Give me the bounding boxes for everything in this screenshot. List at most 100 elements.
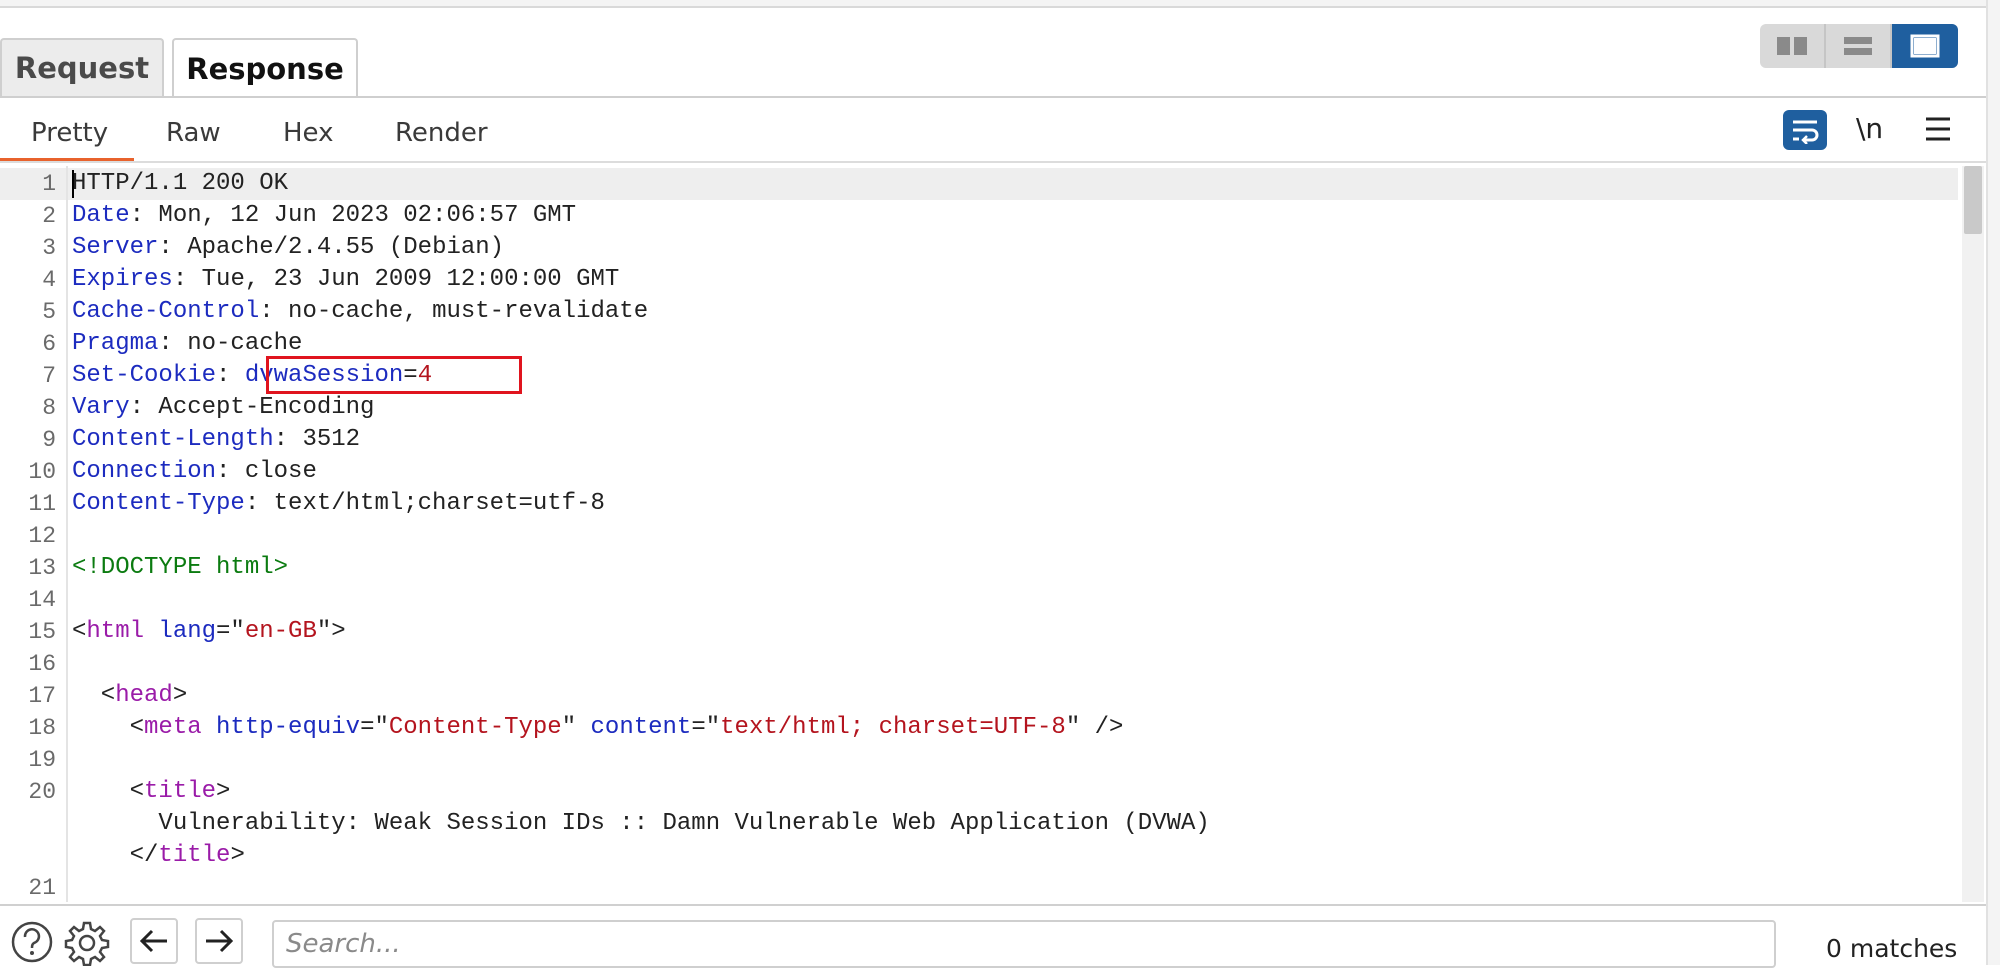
line-content: Connection: close — [72, 456, 317, 488]
word-wrap-button[interactable] — [1783, 110, 1827, 150]
code-line[interactable]: 5 Cache-Control: no-cache, must-revalidat… — [0, 296, 1958, 328]
code-line[interactable]: 1 HTTP/1.1 200 OK — [0, 168, 1958, 200]
view-tabs-divider — [0, 161, 1986, 163]
tab-pretty[interactable]: Pretty — [31, 118, 108, 148]
code-token: =" — [691, 714, 721, 741]
code-line[interactable]: 13 <!DOCTYPE html> — [0, 552, 1958, 584]
tab-raw[interactable]: Raw — [166, 118, 221, 148]
match-count: 0 matches — [1826, 934, 1958, 963]
code-token: > — [172, 682, 188, 709]
line-number: 11 — [28, 491, 56, 517]
code-line[interactable]: 18 <meta http-equiv="Content-Type" conte… — [0, 712, 1958, 744]
code-line[interactable]: </title> — [0, 840, 1958, 872]
line-number: 16 — [28, 651, 56, 677]
response-editor[interactable]: 1 HTTP/1.1 200 OK 2 Date: Mon, 12 Jun 2023 … — [0, 166, 1958, 902]
tab-hex[interactable]: Hex — [283, 118, 333, 148]
line-content: Vulnerability: Weak Session IDs :: Damn … — [72, 808, 1210, 840]
line-content: Cache-Control: no-cache, must-revalidate — [72, 296, 648, 328]
code-line[interactable]: 2 Date: Mon, 12 Jun 2023 02:06:57 GMT — [0, 200, 1958, 232]
line-content: <meta http-equiv="Content-Type" content=… — [72, 712, 1124, 744]
code-line[interactable]: 11 Content-Type: text/html;charset=utf-8 — [0, 488, 1958, 520]
arrow-right-icon — [206, 929, 234, 953]
tab-request[interactable]: Request — [0, 38, 164, 96]
tab-render[interactable]: Render — [395, 118, 488, 148]
code-token: Server — [72, 234, 159, 261]
split-horizontal-layout-button[interactable] — [1760, 24, 1826, 68]
settings-button[interactable] — [64, 920, 110, 967]
code-line[interactable]: 8 Vary: Accept-Encoding — [0, 392, 1958, 424]
single-panel-layout-button[interactable] — [1892, 24, 1958, 68]
line-number: 17 — [28, 683, 56, 709]
tab-response[interactable]: Response — [172, 38, 358, 98]
line-content: </title> — [72, 840, 245, 872]
line-content: Expires: Tue, 23 Jun 2009 12:00:00 GMT — [72, 264, 619, 296]
wrap-lines-icon — [1793, 120, 1819, 144]
next-match-button[interactable] — [195, 918, 243, 964]
code-token: =" — [216, 618, 245, 645]
line-content: Content-Length: 3512 — [72, 424, 360, 456]
split-vertical-layout-button[interactable] — [1826, 24, 1892, 68]
editor-scrollbar[interactable] — [1962, 166, 1984, 902]
code-token: > — [216, 778, 231, 805]
code-line[interactable]: 19 — [0, 744, 1958, 776]
line-number: 8 — [42, 395, 56, 421]
code-line[interactable]: 14 — [0, 584, 1958, 616]
code-line[interactable]: 3 Server: Apache/2.4.55 (Debian) — [0, 232, 1958, 264]
code-token: "> — [316, 618, 346, 645]
single-panel-icon — [1910, 34, 1940, 58]
code-token: title — [144, 778, 217, 805]
code-token: < — [72, 618, 87, 645]
line-content: HTTP/1.1 200 OK — [72, 168, 288, 200]
code-line[interactable]: 4 Expires: Tue, 23 Jun 2009 12:00:00 GMT — [0, 264, 1958, 296]
line-number: 13 — [28, 555, 56, 581]
line-number: 5 — [42, 299, 56, 325]
code-token: : no-cache, must-revalidate — [259, 298, 649, 325]
cookie-highlight-box — [266, 356, 522, 394]
code-token: Vary — [72, 394, 130, 421]
code-token: HTTP/1.1 200 OK — [72, 170, 289, 197]
line-number: 6 — [42, 331, 56, 357]
code-line[interactable]: 21 — [0, 872, 1958, 902]
line-number-gutter-divider — [66, 166, 68, 902]
code-token: : text/html;charset=utf-8 — [244, 490, 605, 517]
code-token: Vulnerability: Weak Session IDs :: Damn … — [72, 810, 1210, 837]
window-top-border — [0, 0, 1998, 8]
code-token: : Accept-Encoding — [129, 394, 375, 421]
line-content: <head> — [72, 680, 187, 712]
code-token: < — [72, 682, 116, 709]
view-tabs: Pretty Raw Hex Render — [0, 110, 1986, 162]
line-number: 15 — [28, 619, 56, 645]
code-line[interactable]: 16 — [0, 648, 1958, 680]
search-input[interactable] — [272, 920, 1776, 968]
code-token: </ — [72, 842, 159, 869]
code-token: html — [86, 618, 145, 645]
line-number: 12 — [28, 523, 56, 549]
code-line[interactable]: 17 <head> — [0, 680, 1958, 712]
code-line[interactable]: 10 Connection: close — [0, 456, 1958, 488]
help-button[interactable] — [10, 920, 54, 964]
scrollbar-thumb[interactable] — [1964, 166, 1982, 234]
code-token: Pragma — [72, 330, 159, 357]
code-line[interactable]: 12 — [0, 520, 1958, 552]
line-content: Server: Apache/2.4.55 (Debian) — [72, 232, 504, 264]
code-token: : close — [216, 458, 317, 485]
code-token: meta — [144, 714, 202, 741]
line-number: 9 — [42, 427, 56, 453]
code-token: en-GB — [244, 618, 317, 645]
code-line[interactable]: 20 <title> — [0, 776, 1958, 808]
code-line[interactable]: 15 <html lang="en-GB"> — [0, 616, 1958, 648]
previous-match-button[interactable] — [130, 918, 178, 964]
line-number: 21 — [28, 875, 56, 901]
code-line[interactable]: 9 Content-Length: 3512 — [0, 424, 1958, 456]
code-token: : no-cache — [158, 330, 303, 357]
code-token: : 3512 — [273, 426, 361, 453]
code-token: Content-Length — [72, 426, 274, 453]
code-token: Content-Type — [72, 490, 245, 517]
show-newlines-button[interactable]: \n — [1856, 112, 1883, 145]
code-line[interactable]: Vulnerability: Weak Session IDs :: Damn … — [0, 808, 1958, 840]
code-token: title — [158, 842, 231, 869]
options-menu-button[interactable] — [1924, 114, 1952, 148]
code-token: Expires — [72, 266, 173, 293]
code-token: : — [216, 362, 245, 389]
